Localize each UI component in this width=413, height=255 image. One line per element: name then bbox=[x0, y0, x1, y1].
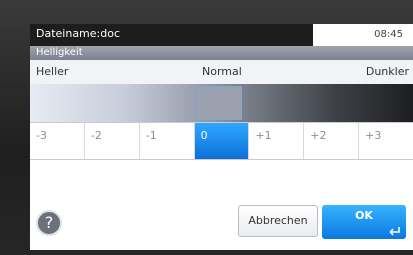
help-icon[interactable]: ? bbox=[36, 210, 62, 236]
scale-option-0[interactable]: 0 bbox=[194, 123, 250, 159]
status-bar: Dateiname:doc 08:45 bbox=[30, 24, 413, 46]
section-title: Helligkeit bbox=[36, 47, 83, 58]
scale-option-minus-2[interactable]: -2 bbox=[84, 123, 140, 159]
gradient-position-marker bbox=[196, 86, 242, 120]
scale-option-plus-3[interactable]: +3 bbox=[359, 123, 413, 159]
ok-button[interactable]: OK bbox=[322, 205, 406, 239]
filename-label: Dateiname:doc bbox=[36, 27, 121, 40]
enter-icon bbox=[389, 227, 400, 236]
touch-screen: Dateiname:doc 08:45 Helligkeit Heller No… bbox=[30, 24, 413, 250]
brightness-scale: -3 -2 -1 0 +1 +2 +3 bbox=[30, 122, 413, 160]
scale-option-minus-3[interactable]: -3 bbox=[30, 123, 85, 159]
ok-button-label: OK bbox=[355, 209, 373, 222]
clock-display: 08:45 bbox=[313, 24, 413, 46]
scale-option-plus-2[interactable]: +2 bbox=[304, 123, 360, 159]
normal-label: Normal bbox=[202, 65, 242, 78]
brightness-labels: Heller Normal Dunkler bbox=[30, 60, 413, 85]
cancel-button[interactable]: Abbrechen bbox=[238, 205, 318, 237]
darker-label: Dunkler bbox=[365, 65, 409, 78]
scale-option-plus-1[interactable]: +1 bbox=[249, 123, 305, 159]
scale-option-minus-1[interactable]: -1 bbox=[139, 123, 195, 159]
section-header: Helligkeit bbox=[30, 46, 413, 60]
lighter-label: Heller bbox=[36, 65, 69, 78]
